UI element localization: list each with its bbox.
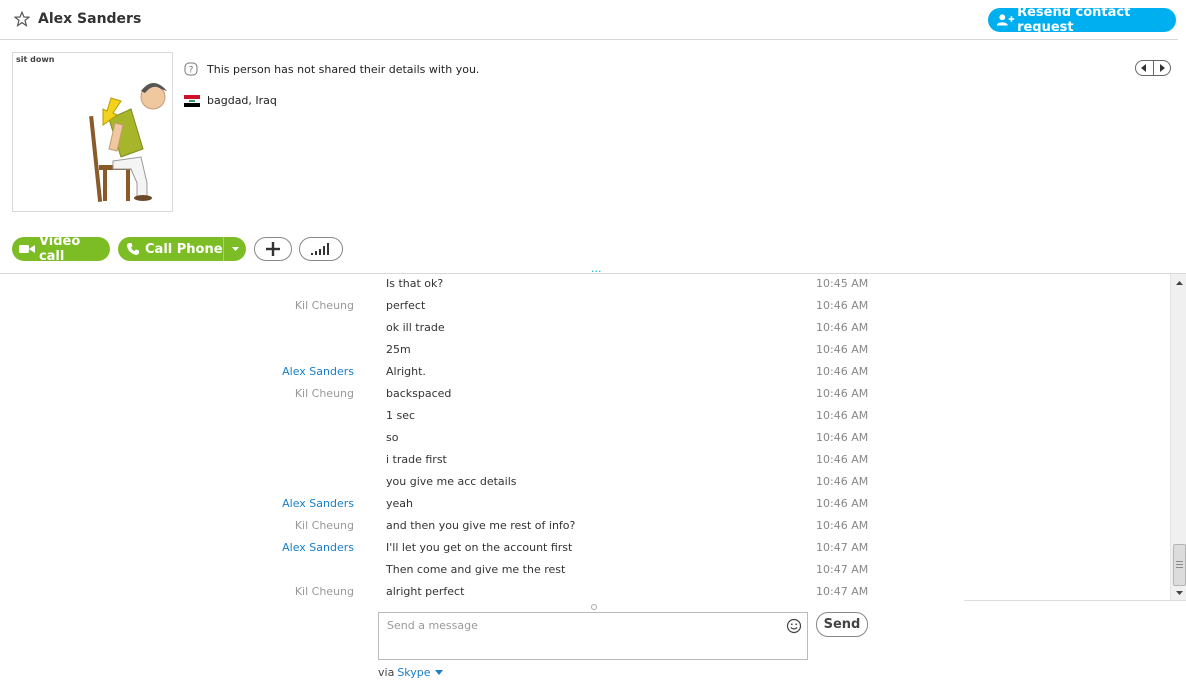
chat-message-row: 25m 10:46 AM [0, 340, 1170, 362]
chat-message-row: 1 sec 10:46 AM [0, 406, 1170, 428]
chat-message-row: Kil Cheung and then you give me rest of i… [0, 516, 1170, 538]
message-text: perfect [386, 299, 426, 312]
location-text: bagdad, Iraq [207, 94, 277, 107]
service-name: Skype [397, 666, 431, 679]
resend-label: Resend contact request [1017, 5, 1131, 35]
message-timestamp: 10:46 AM [816, 409, 869, 422]
profile-nav-arrows [1135, 60, 1171, 76]
contact-avatar: sit down [12, 52, 173, 212]
message-timestamp: 10:47 AM [816, 563, 869, 576]
message-text: and then you give me rest of info? [386, 519, 576, 532]
chat-message-row: i trade first 10:46 AM [0, 450, 1170, 472]
message-text: you give me acc details [386, 475, 517, 488]
message-sender[interactable]: Kil Cheung [295, 585, 354, 598]
contact-name-title: Alex Sanders [38, 11, 142, 27]
video-call-label: Video call [38, 234, 81, 264]
chat-message-row: you give me acc details 10:46 AM [0, 472, 1170, 494]
chat-message-row: Is that ok? 10:45 AM [0, 274, 1170, 296]
chat-bottom-divider [964, 600, 1186, 601]
message-sender[interactable]: Kil Cheung [295, 299, 354, 312]
conversation-header: Alex Sanders Resend contact request [0, 0, 1178, 40]
message-text: I'll let you get on the account first [386, 541, 573, 554]
chat-message-row: Alex Sanders yeah 10:46 AM [0, 494, 1170, 516]
chat-message-row: Alex Sanders Alright. 10:46 AM [0, 362, 1170, 384]
emoticon-smiley-icon[interactable] [786, 618, 802, 634]
chevron-down-icon [434, 670, 443, 675]
details-note: This person has not shared their details… [207, 62, 480, 76]
scroll-down-icon[interactable] [1171, 586, 1186, 600]
chat-scrollbar[interactable] [1170, 274, 1186, 600]
message-sender[interactable]: Kil Cheung [295, 387, 354, 400]
add-contact-icon [996, 14, 1015, 26]
details-note-row: ? This person has not shared their detai… [184, 62, 479, 76]
message-text: ok ill trade [386, 321, 445, 334]
phone-icon [127, 243, 139, 255]
message-sender[interactable]: Alex Sanders [282, 541, 354, 554]
video-call-button[interactable]: Video call [12, 234, 110, 264]
plus-icon [266, 242, 280, 256]
message-timestamp: 10:46 AM [816, 343, 869, 356]
chat-message-row: Then come and give me the rest 10:47 AM [0, 560, 1170, 582]
prev-arrow-icon[interactable] [1136, 61, 1154, 75]
favorite-star-icon[interactable] [14, 11, 30, 27]
message-timestamp: 10:46 AM [816, 387, 869, 400]
message-placeholder: Send a message [387, 619, 478, 632]
message-timestamp: 10:47 AM [816, 585, 869, 598]
message-timestamp: 10:46 AM [816, 497, 869, 510]
chat-message-row: Kil Cheung perfect 10:46 AM [0, 296, 1170, 318]
chat-history: Is that ok? 10:45 AM Kil Cheung perfect 10:4… [0, 274, 1170, 600]
next-arrow-icon[interactable] [1154, 61, 1171, 75]
via-service-selector[interactable]: via Skype [378, 666, 443, 679]
scroll-thumb[interactable] [1173, 544, 1186, 586]
message-text: yeah [386, 497, 413, 510]
message-timestamp: 10:46 AM [816, 453, 869, 466]
composer-resize-handle[interactable] [591, 604, 597, 610]
message-timestamp: 10:47 AM [816, 541, 869, 554]
signal-bars-icon [311, 243, 329, 255]
message-sender[interactable]: Alex Sanders [282, 497, 354, 510]
call-phone-button[interactable]: Call Phone [118, 237, 246, 261]
message-text: 1 sec [386, 409, 416, 422]
chevron-down-icon [231, 247, 239, 251]
question-info-icon: ? [184, 62, 198, 76]
chat-message-row: Kil Cheung alright perfect 10:47 AM [0, 582, 1170, 600]
message-text: Alright. [386, 365, 426, 378]
call-options-dropdown[interactable] [223, 237, 246, 261]
message-timestamp: 10:46 AM [816, 299, 869, 312]
chat-message-row: so 10:46 AM [0, 428, 1170, 450]
message-timestamp: 10:46 AM [816, 365, 869, 378]
svg-text:?: ? [189, 66, 194, 76]
message-text: i trade first [386, 453, 447, 466]
chat-message-row: Kil Cheung backspaced 10:46 AM [0, 384, 1170, 406]
location-row: bagdad, Iraq [184, 94, 277, 107]
message-sender[interactable]: Alex Sanders [282, 365, 354, 378]
add-participants-button[interactable] [254, 237, 292, 261]
message-sender[interactable]: Kil Cheung [295, 519, 354, 532]
message-timestamp: 10:46 AM [816, 431, 869, 444]
scroll-up-icon[interactable] [1171, 276, 1186, 290]
call-quality-button[interactable] [299, 237, 343, 261]
message-text: alright perfect [386, 585, 465, 598]
call-phone-label: Call Phone [145, 241, 223, 257]
message-text: backspaced [386, 387, 452, 400]
message-text: Then come and give me the rest [386, 563, 566, 576]
message-timestamp: 10:45 AM [816, 277, 869, 290]
message-text: Is that ok? [386, 277, 444, 290]
message-text: 25m [386, 343, 411, 356]
iraq-flag-icon [184, 94, 200, 107]
chat-message-row: ok ill trade 10:46 AM [0, 318, 1170, 340]
message-text: so [386, 431, 399, 444]
via-label: via [378, 666, 395, 679]
avatar-image [89, 83, 167, 202]
message-timestamp: 10:46 AM [816, 321, 869, 334]
message-timestamp: 10:46 AM [816, 475, 869, 488]
resend-contact-request-button[interactable]: Resend contact request [988, 5, 1176, 35]
message-timestamp: 10:46 AM [816, 519, 869, 532]
video-camera-icon [19, 245, 35, 253]
send-button[interactable]: Send [816, 612, 868, 637]
chat-message-row: Alex Sanders I'll let you get on the acco… [0, 538, 1170, 560]
message-input[interactable]: Send a message [378, 612, 808, 660]
